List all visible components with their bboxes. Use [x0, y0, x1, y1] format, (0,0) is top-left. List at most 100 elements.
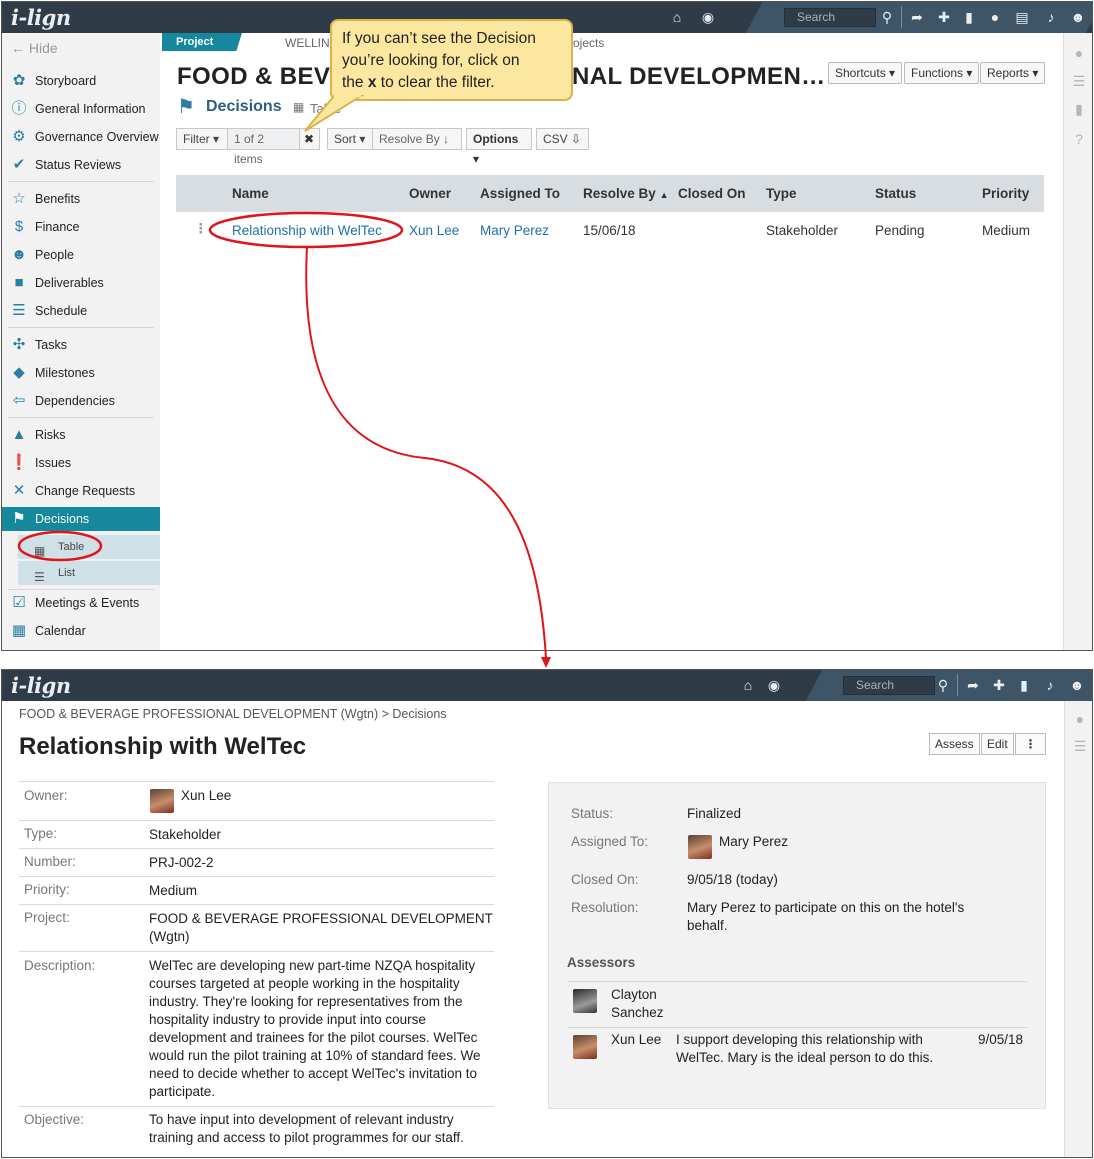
type-label: Type: — [24, 826, 58, 841]
sidebar-item-schedule[interactable]: ☰ Schedule — [2, 299, 160, 323]
priority-cell: Medium — [982, 223, 1031, 238]
view-label[interactable]: Table — [310, 101, 341, 116]
user-icon[interactable]: ☻ — [1069, 9, 1087, 26]
sidebar-divider — [8, 417, 154, 418]
page-title-right: NAL DEVELOPMEN… — [572, 63, 826, 90]
plus-icon[interactable]: ✚ — [935, 9, 953, 26]
functions-button[interactable]: Functions ▾ — [904, 62, 980, 84]
lock-icon[interactable]: ▮ — [1071, 101, 1087, 117]
table-header: Name Owner Assigned To Resolve By ▲ Clos… — [176, 175, 1044, 212]
hide-sidebar-button[interactable]: ← Hide — [11, 40, 58, 56]
table-row[interactable]: ⋮ Relationship with WelTec Xun Lee Mary … — [176, 212, 1044, 248]
bookmark-icon[interactable]: ▮ — [1015, 677, 1033, 694]
search-input[interactable]: Search — [784, 8, 876, 27]
sidebar-item-calendar[interactable]: ▦ Calendar — [2, 619, 160, 643]
sidebar-item-finance[interactable]: $ Finance — [2, 215, 160, 239]
column-header-status[interactable]: Status — [875, 186, 916, 201]
column-header-assigned-to[interactable]: Assigned To — [480, 186, 560, 201]
sidebar-item-issues[interactable]: ❗ Issues — [2, 451, 160, 475]
document-icon[interactable]: ▤ — [1013, 9, 1031, 26]
column-header-type[interactable]: Type — [766, 186, 797, 201]
breadcrumb[interactable]: FOOD & BEVERAGE PROFESSIONAL DEVELOPMENT… — [19, 707, 447, 721]
breadcrumb-left[interactable]: WELLIN — [285, 36, 330, 50]
assessors-heading: Assessors — [567, 955, 636, 970]
column-header-name[interactable]: Name — [232, 186, 269, 201]
column-header-owner[interactable]: Owner — [409, 186, 451, 201]
app-logo[interactable]: i-lign — [11, 5, 71, 30]
bell-icon[interactable]: ♪ — [1041, 677, 1059, 694]
sort-field[interactable]: Resolve By ↓ — [372, 128, 462, 150]
page-title: Relationship with WelTec — [19, 733, 307, 760]
sidebar-subitem-table[interactable]: ▦ Table — [18, 535, 160, 559]
sidebar-item-status-reviews[interactable]: ✔ Status Reviews — [2, 153, 160, 177]
home-icon[interactable]: ⌂ — [668, 9, 686, 26]
list-icon[interactable]: ☰ — [1071, 73, 1087, 89]
bookmark-icon[interactable]: ▮ — [960, 9, 978, 26]
warning-icon: ▲ — [11, 426, 27, 443]
search-icon[interactable]: ⚲ — [878, 9, 896, 26]
shortcuts-button[interactable]: Shortcuts ▾ — [828, 62, 903, 84]
share-icon[interactable]: ➦ — [908, 9, 926, 26]
priority-value: Medium — [149, 883, 198, 898]
sidebar-item-decisions[interactable]: ⚑ Decisions — [2, 507, 160, 531]
assessor-link[interactable]: Clayton Sanchez — [611, 986, 664, 1022]
sidebar-item-people[interactable]: ☻ People — [2, 243, 160, 267]
edit-button[interactable]: Edit — [981, 733, 1014, 755]
truck-icon: ■ — [14, 274, 24, 291]
assessor-link[interactable]: Xun Lee — [611, 1031, 661, 1049]
sidebar-subitem-list[interactable]: ☰ List — [18, 561, 160, 585]
assigned-link[interactable]: Mary Perez — [719, 833, 788, 851]
search-input[interactable]: Search — [843, 676, 935, 695]
share-icon[interactable]: ➦ — [964, 677, 982, 694]
owner-link[interactable]: Xun Lee — [409, 223, 459, 238]
tasks-icon: ✣ — [12, 336, 26, 353]
csv-export-button[interactable]: CSV ⇩ — [536, 128, 589, 150]
help-icon[interactable]: ? — [1071, 131, 1087, 147]
sort-button[interactable]: Sort ▾ — [327, 128, 373, 150]
options-button[interactable]: Options ▾ — [466, 128, 532, 166]
globe-icon[interactable]: ◉ — [699, 9, 717, 26]
home-icon[interactable]: ⌂ — [739, 677, 757, 694]
plus-icon[interactable]: ✚ — [990, 677, 1008, 694]
sidebar-item-change-requests[interactable]: ✕ Change Requests — [2, 479, 160, 503]
breadcrumb-right[interactable]: rojects — [569, 36, 604, 50]
sidebar-item-milestones[interactable]: ◆ Milestones — [2, 361, 160, 385]
sidebar-item-risks[interactable]: ▲ Risks — [2, 423, 160, 447]
search-icon[interactable]: ⚲ — [934, 677, 952, 694]
dependencies-icon: ⇦ — [12, 392, 26, 409]
assess-button[interactable]: Assess — [929, 733, 980, 755]
comment-icon[interactable]: ● — [986, 9, 1004, 26]
filter-button[interactable]: Filter ▾ — [176, 128, 228, 150]
sidebar-item-general-information[interactable]: ⓘ General Information — [2, 97, 160, 121]
sidebar-item-tasks[interactable]: ✣ Tasks — [2, 333, 160, 357]
decision-name-link[interactable]: Relationship with WelTec — [232, 223, 382, 238]
resolution-value: Mary Perez to participate on this on the… — [687, 900, 965, 933]
app-logo[interactable]: i-lign — [11, 673, 71, 698]
reports-button[interactable]: Reports ▾ — [980, 62, 1046, 84]
sidebar-item-dependencies[interactable]: ⇦ Dependencies — [2, 389, 160, 413]
signpost-icon: ⚑ — [12, 510, 26, 527]
more-menu-button[interactable]: ⋮ — [1015, 733, 1046, 755]
column-header-priority[interactable]: Priority — [982, 186, 1029, 201]
project-link[interactable]: FOOD & BEVERAGE PROFESSIONAL DEVELOPMENT… — [149, 910, 493, 946]
sidebar-item-benefits[interactable]: ☆ Benefits — [2, 187, 160, 211]
assigned-link[interactable]: Mary Perez — [480, 223, 549, 238]
comment-icon[interactable]: ● — [1071, 45, 1087, 61]
list-icon[interactable]: ☰ — [1072, 738, 1088, 754]
project-tab[interactable]: Project — [162, 33, 242, 51]
user-icon[interactable]: ☻ — [1068, 677, 1086, 694]
number-value: PRJ-002-2 — [149, 855, 214, 870]
sidebar-item-deliverables[interactable]: ■ Deliverables — [2, 271, 160, 295]
comment-icon[interactable]: ● — [1072, 711, 1088, 727]
row-menu-icon[interactable]: ⋮ — [194, 221, 208, 237]
column-header-closed-on[interactable]: Closed On — [678, 186, 746, 201]
sidebar-item-meetings-events[interactable]: ☑ Meetings & Events — [2, 591, 160, 615]
owner-link[interactable]: Xun Lee — [181, 787, 231, 805]
globe-icon[interactable]: ◉ — [765, 677, 783, 694]
sidebar-item-storyboard[interactable]: ✿ Storyboard — [2, 69, 160, 93]
table-icon: ▦ — [34, 544, 46, 558]
column-header-resolve-by[interactable]: Resolve By ▲ — [583, 186, 668, 201]
clear-filter-button[interactable]: ✖ — [299, 128, 320, 150]
sidebar-item-governance-overview[interactable]: ⚙ Governance Overview — [2, 125, 160, 149]
bell-icon[interactable]: ♪ — [1042, 9, 1060, 26]
